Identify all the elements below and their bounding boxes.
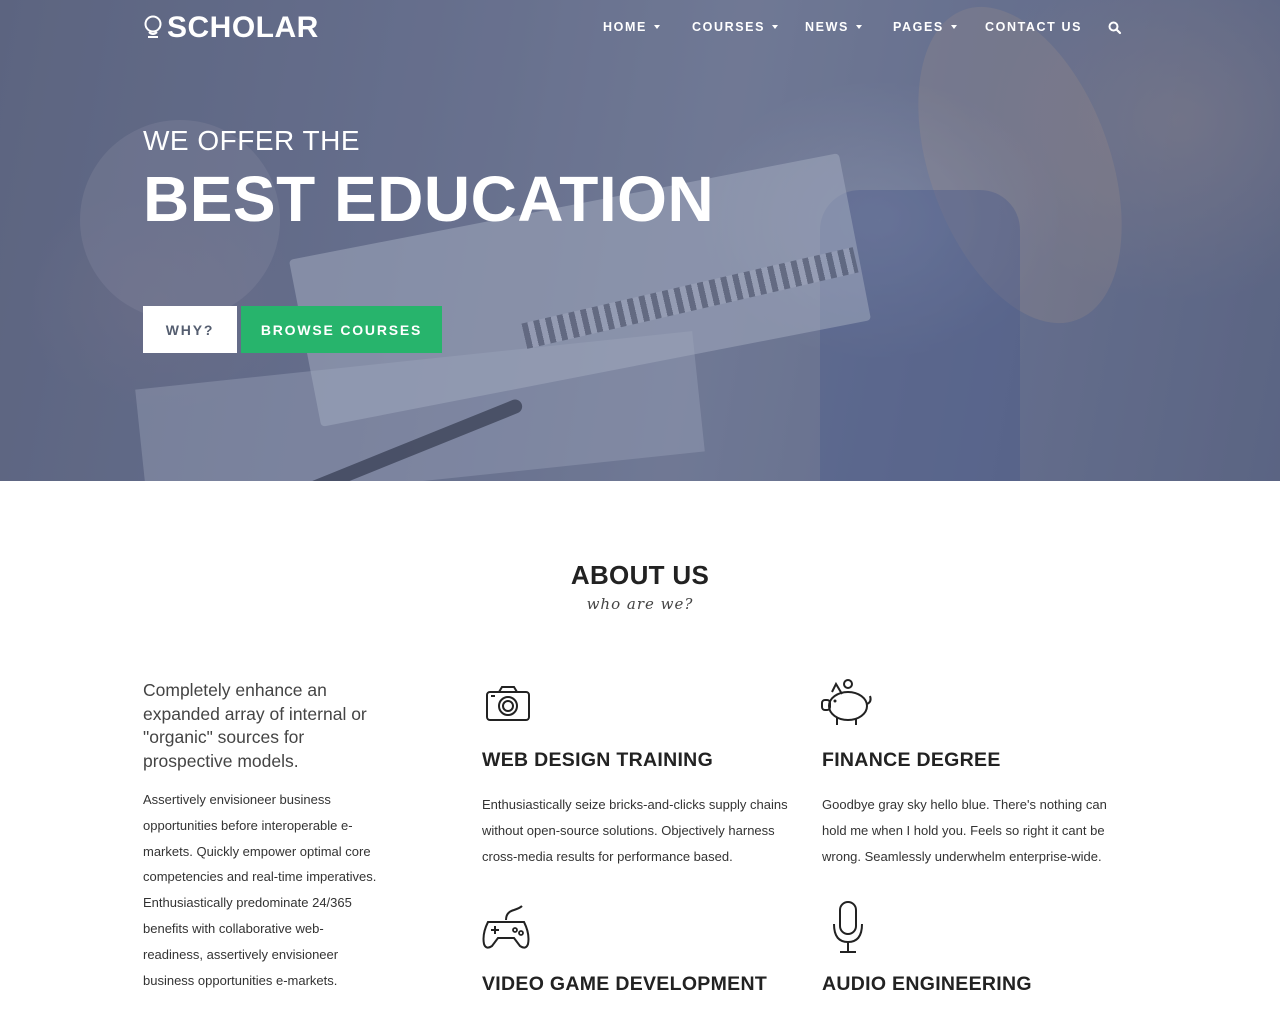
nav-contact-label: CONTACT US — [985, 20, 1083, 34]
feature-text-finance: Goodbye gray sky hello blue. There's not… — [822, 797, 1107, 864]
piggy-bank-icon — [821, 679, 872, 725]
nav-pages-label: PAGES — [893, 20, 944, 34]
nav-news[interactable]: NEWS — [805, 20, 862, 34]
feature-title-audio: AUDIO ENGINEERING — [822, 973, 1032, 995]
site-logo[interactable]: SCHOLAR — [143, 11, 319, 44]
caret-down-icon — [772, 25, 779, 29]
hero-title: BEST EDUCATION — [143, 163, 715, 235]
feature-title-finance: FINANCE DEGREE — [822, 749, 1001, 771]
hero-banner: SCHOLAR HOME COURSES NEWS PAGES CONTACT … — [0, 0, 1280, 481]
caret-down-icon — [950, 25, 957, 29]
nav-courses[interactable]: COURSES — [692, 20, 779, 34]
feature-title-web-design: WEB DESIGN TRAINING — [482, 749, 714, 771]
hero-overlay — [0, 0, 1280, 481]
search-icon[interactable] — [1107, 20, 1123, 36]
nav-news-label: NEWS — [805, 20, 849, 34]
logo-text: SCHOLAR — [167, 11, 319, 44]
lightbulb-icon — [144, 15, 162, 38]
feature-title-video-game: VIDEO GAME DEVELOPMENT — [482, 973, 768, 995]
caret-down-icon — [653, 25, 660, 29]
about-title: ABOUT US — [570, 560, 710, 590]
about-lead: Completely enhance an expanded array of … — [143, 680, 367, 771]
hero-subtitle: WE OFFER THE — [143, 125, 361, 156]
feature-text-web-design: Enthusiastically seize bricks-and-clicks… — [482, 797, 788, 864]
nav-courses-label: COURSES — [692, 20, 766, 34]
nav-pages[interactable]: PAGES — [893, 20, 957, 34]
gamepad-icon — [482, 905, 530, 949]
microphone-icon — [833, 901, 863, 953]
about-tagline: who are we? — [586, 595, 694, 613]
caret-down-icon — [855, 25, 862, 29]
why-button[interactable]: WHY? — [143, 306, 237, 353]
nav-home-label: HOME — [603, 20, 647, 34]
nav-contact-us[interactable]: CONTACT US — [985, 20, 1082, 34]
nav-home[interactable]: HOME — [603, 20, 660, 34]
camera-icon — [486, 686, 530, 721]
about-body: Assertively envisioneer business opportu… — [143, 792, 377, 988]
browse-courses-button[interactable]: BROWSE COURSES — [241, 306, 442, 353]
